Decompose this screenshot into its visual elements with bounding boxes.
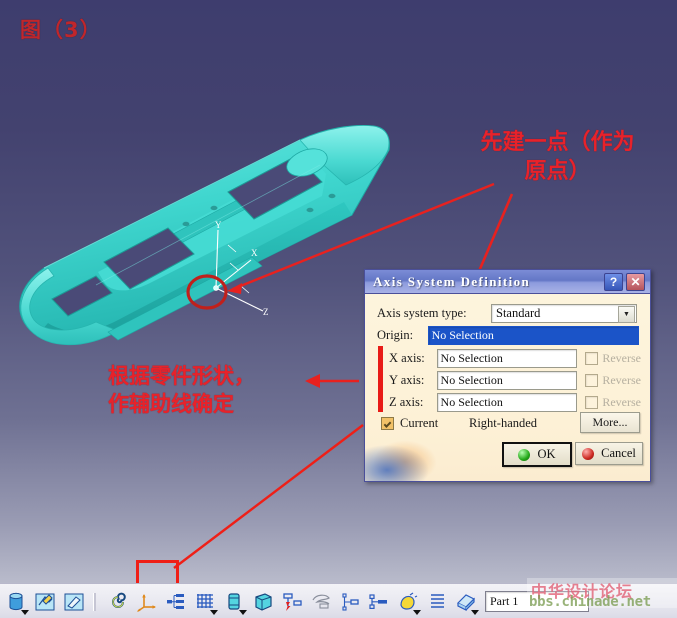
paint-swatch-icon[interactable] <box>61 589 87 615</box>
watermark-url-text: bbs.chinade.net <box>529 594 651 610</box>
dialog-title: Axis System Definition <box>373 273 531 289</box>
y-axis-reverse-toggle[interactable]: Reverse <box>585 373 641 388</box>
dialog-titlebar[interactable]: Axis System Definition ? ✕ <box>365 270 650 294</box>
outline-tree-icon[interactable] <box>366 589 392 615</box>
apply-material-icon[interactable] <box>32 589 58 615</box>
list-lines-icon[interactable] <box>424 589 450 615</box>
spiral-curve-icon[interactable] <box>105 589 131 615</box>
tree-node-icon[interactable] <box>337 589 363 615</box>
z-axis-row: Z axis: No Selection Reverse <box>389 392 641 412</box>
current-checkbox[interactable] <box>381 417 394 430</box>
close-icon[interactable]: ✕ <box>626 273 645 291</box>
annotation-top-right: 先建一点（作为 原点） <box>480 130 635 185</box>
y-axis-row: Y axis: No Selection Reverse <box>389 370 641 390</box>
current-label: Current <box>400 416 439 430</box>
origin-label: Origin: <box>377 327 414 342</box>
chevron-down-icon[interactable] <box>21 609 29 615</box>
transform-icon[interactable] <box>279 589 305 615</box>
material-cylinder-icon[interactable] <box>3 589 29 615</box>
tree-structure-icon[interactable] <box>163 589 189 615</box>
axis-system-type-label: Axis system type: <box>377 305 467 320</box>
box-wireframe-icon[interactable] <box>250 589 276 615</box>
chevron-down-icon[interactable] <box>471 609 479 615</box>
x-axis-reverse-checkbox[interactable] <box>585 351 599 365</box>
axis-system-definition-dialog[interactable]: Axis System Definition ? ✕ Axis system t… <box>364 269 651 482</box>
dialog-body: Axis system type: Standard ▼ Origin: No … <box>365 294 650 481</box>
highlight-lamp-icon[interactable] <box>395 589 421 615</box>
chevron-down-icon[interactable] <box>413 609 421 615</box>
axis-system-type-value: Standard <box>496 305 541 320</box>
x-axis-label: X axis: <box>389 350 425 365</box>
grid-pattern-icon[interactable] <box>192 589 218 615</box>
ok-button-label: OK <box>537 447 556 461</box>
x-axis-reverse-label: Reverse <box>602 350 641 365</box>
z-axis-reverse-checkbox[interactable] <box>585 395 599 409</box>
axis-system-type-select[interactable]: Standard ▼ <box>491 303 637 323</box>
ok-button[interactable]: OK <box>502 442 572 467</box>
cancel-orb-icon <box>582 447 595 460</box>
z-axis-label: Z axis: <box>389 394 424 409</box>
figure-caption: 图（3） <box>20 18 102 42</box>
y-axis-label: Y axis: <box>389 372 425 387</box>
x-axis-row: X axis: No Selection Reverse <box>389 348 641 368</box>
handedness-label: Right-handed <box>469 416 538 430</box>
annotation-bottom-left: 根据零件形状， 作辅助线确定 <box>108 364 255 416</box>
cancel-button[interactable]: Cancel <box>575 442 643 465</box>
origin-input[interactable]: No Selection <box>427 325 639 345</box>
origin-row: Origin: No Selection <box>377 325 639 345</box>
catalog-book-icon[interactable] <box>453 589 479 615</box>
sketch-tracer-icon[interactable] <box>308 589 334 615</box>
y-axis-reverse-checkbox[interactable] <box>585 373 599 387</box>
y-axis-input[interactable]: No Selection <box>436 370 578 390</box>
cancel-button-label: Cancel <box>601 446 636 460</box>
forum-watermark: 中华设计论坛 bbs.chinade.net <box>527 578 677 610</box>
x-axis-input[interactable]: No Selection <box>436 348 578 368</box>
chevron-down-icon[interactable] <box>239 609 247 615</box>
x-axis-reverse-toggle[interactable]: Reverse <box>585 351 641 366</box>
screenshot-root: Y X Z 图（3） 先建一点（作为 原点） 根据零件形状， 作辅助线确定 Axis… <box>0 0 677 618</box>
axis-system-icon[interactable] <box>134 589 160 615</box>
y-axis-reverse-label: Reverse <box>602 372 641 387</box>
chevron-down-icon[interactable] <box>210 609 218 615</box>
help-icon[interactable]: ? <box>604 273 623 291</box>
axis-system-type-row: Axis system type: Standard ▼ <box>377 303 639 323</box>
red-emphasis-bar <box>378 346 383 412</box>
more-button[interactable]: More... <box>580 412 640 433</box>
z-axis-reverse-toggle[interactable]: Reverse <box>585 395 641 410</box>
cylinder-solid-icon[interactable] <box>221 589 247 615</box>
ok-orb-icon <box>518 448 531 461</box>
z-axis-reverse-label: Reverse <box>602 394 641 409</box>
current-checkbox-row[interactable]: Current <box>381 416 438 431</box>
z-axis-input[interactable]: No Selection <box>436 392 578 412</box>
toolbar-separator <box>93 592 96 611</box>
chevron-down-icon[interactable]: ▼ <box>618 305 635 323</box>
